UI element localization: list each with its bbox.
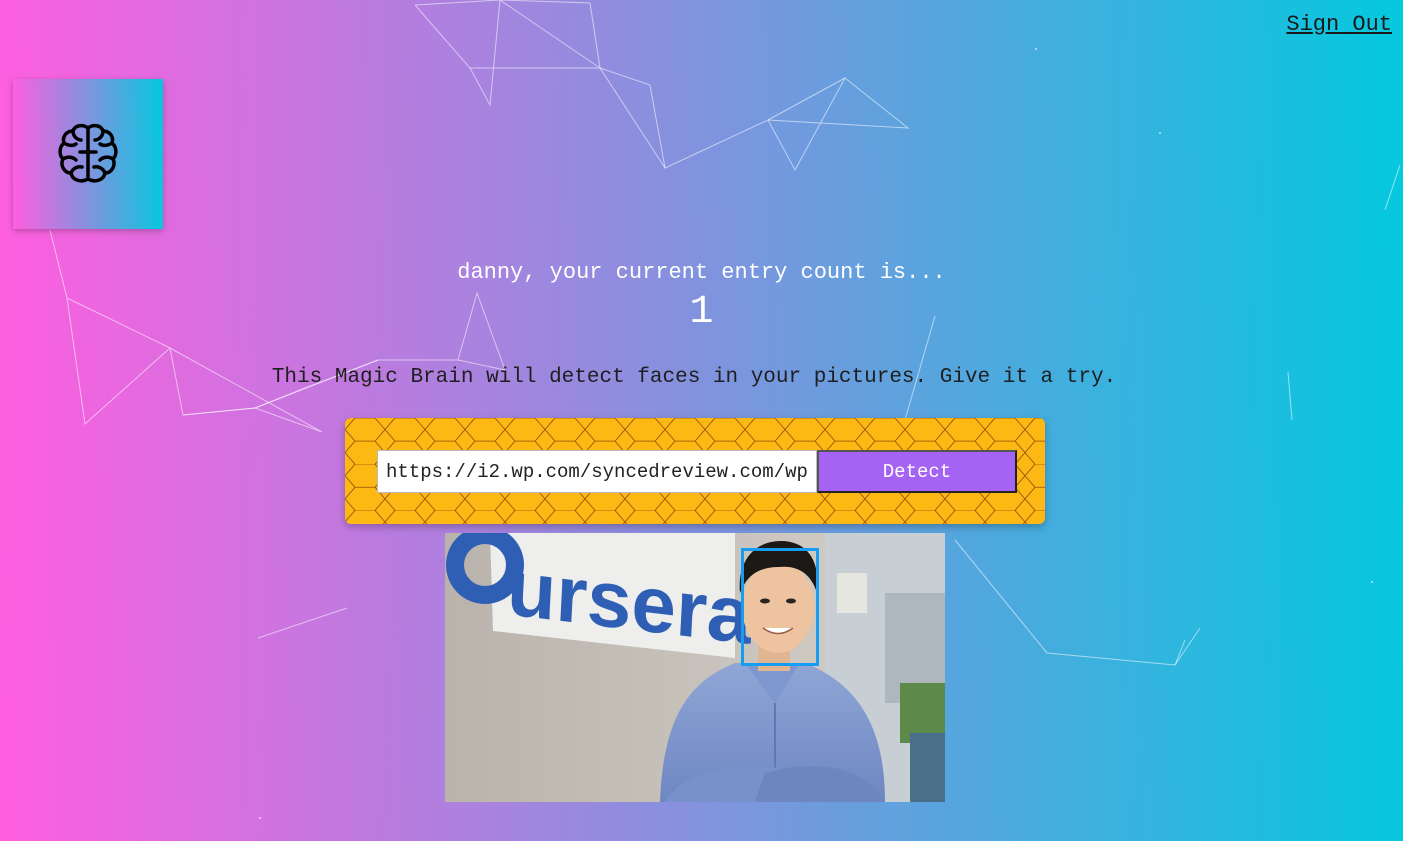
navigation: Sign Out [1286, 12, 1392, 37]
brain-icon [58, 123, 118, 183]
image-url-input[interactable] [377, 450, 817, 493]
instruction-text: This Magic Brain will detect faces in yo… [271, 366, 1117, 389]
face-detection-image: ursera [445, 533, 945, 802]
face-bounding-box [741, 548, 819, 666]
sign-out-link[interactable]: Sign Out [1286, 12, 1392, 37]
uploaded-photo: ursera [445, 533, 945, 802]
entry-count-message: danny, your current entry count is... [457, 260, 946, 285]
detect-button[interactable]: Detect [817, 450, 1017, 493]
entry-count-value: 1 [689, 290, 714, 335]
logo [13, 79, 163, 229]
image-link-form: Detect [345, 418, 1045, 524]
